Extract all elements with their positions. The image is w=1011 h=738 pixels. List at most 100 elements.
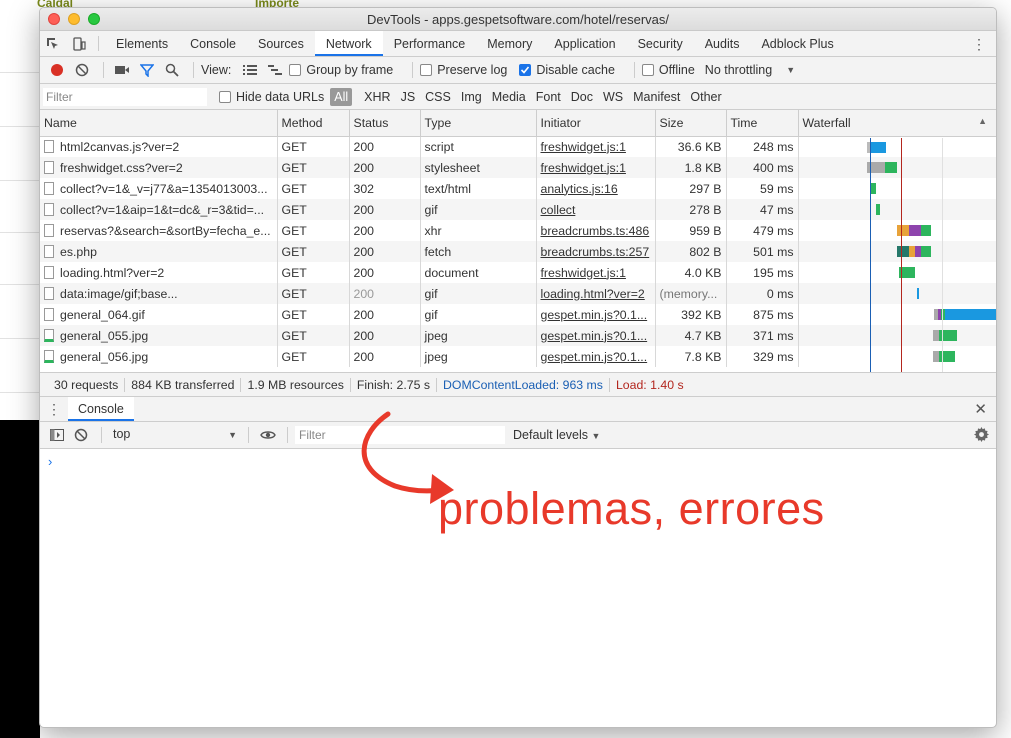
tab-console[interactable]: Console	[179, 31, 247, 56]
tab-memory[interactable]: Memory	[476, 31, 543, 56]
cell-name[interactable]: general_056.jpg	[40, 346, 278, 367]
cell-initiator[interactable]: loading.html?ver=2	[536, 283, 656, 304]
table-row[interactable]: es.php GET 200 fetch breadcrumbs.ts:257 802 B…	[40, 241, 996, 262]
close-drawer-icon[interactable]: ✕	[974, 397, 987, 422]
cell-initiator[interactable]: gespet.min.js?0.1...	[536, 304, 656, 325]
offline-checkbox[interactable]: Offline	[641, 63, 695, 77]
inspect-element-icon[interactable]	[40, 31, 66, 56]
header-waterfall[interactable]: Waterfall ▲	[798, 110, 996, 137]
cell-initiator[interactable]: breadcrumbs.ts:486	[536, 220, 656, 241]
throttling-select[interactable]: No throttling ▼	[705, 63, 795, 77]
log-levels-select[interactable]: Default levels ▼	[513, 428, 600, 442]
header-status[interactable]: Status	[349, 110, 421, 137]
filter-type-js[interactable]: JS	[397, 88, 420, 106]
cell-name[interactable]: collect?v=1&aip=1&t=dc&_r=3&tid=...	[40, 199, 278, 220]
close-window-button[interactable]	[48, 13, 60, 25]
initiator-link[interactable]: breadcrumbs.ts:486	[541, 224, 650, 238]
gear-icon[interactable]	[974, 427, 989, 445]
cell-initiator[interactable]: gespet.min.js?0.1...	[536, 346, 656, 367]
show-sidebar-icon[interactable]	[46, 429, 68, 441]
filter-icon[interactable]	[136, 60, 158, 80]
header-name[interactable]: Name	[40, 110, 278, 137]
table-row[interactable]: freshwidget.css?ver=2 GET 200 stylesheet fre…	[40, 157, 996, 178]
tab-application[interactable]: Application	[543, 31, 626, 56]
cell-name[interactable]: general_064.gif	[40, 304, 278, 325]
cell-initiator[interactable]: freshwidget.js:1	[536, 262, 656, 283]
header-method[interactable]: Method	[277, 110, 350, 137]
cell-initiator[interactable]: freshwidget.js:1	[536, 157, 656, 178]
more-options-icon[interactable]: ⋮	[972, 31, 986, 57]
cell-initiator[interactable]: gespet.min.js?0.1...	[536, 325, 656, 346]
filter-type-font[interactable]: Font	[532, 88, 565, 106]
overview-icon[interactable]	[264, 60, 286, 80]
initiator-link[interactable]: breadcrumbs.ts:257	[541, 245, 650, 259]
filter-type-img[interactable]: Img	[457, 88, 486, 106]
table-row[interactable]: collect?v=1&_v=j77&a=1354013003... GET 302…	[40, 178, 996, 199]
filter-type-css[interactable]: CSS	[421, 88, 455, 106]
initiator-link[interactable]: freshwidget.js:1	[541, 161, 626, 175]
cell-initiator[interactable]: freshwidget.js:1	[536, 136, 656, 157]
search-icon[interactable]	[161, 60, 183, 80]
initiator-link[interactable]: freshwidget.js:1	[541, 266, 626, 280]
initiator-link[interactable]: gespet.min.js?0.1...	[541, 308, 648, 322]
cell-name[interactable]: collect?v=1&_v=j77&a=1354013003...	[40, 178, 278, 199]
large-rows-icon[interactable]	[239, 60, 261, 80]
filter-type-ws[interactable]: WS	[599, 88, 627, 106]
record-button[interactable]	[46, 60, 68, 80]
clear-button[interactable]	[71, 60, 93, 80]
cell-name[interactable]: general_055.jpg	[40, 325, 278, 346]
checkbox-box[interactable]	[289, 64, 302, 76]
tab-elements[interactable]: Elements	[105, 31, 179, 56]
cell-name[interactable]: reservas?&search=&sortBy=fecha_e...	[40, 220, 278, 241]
capture-screenshots-icon[interactable]	[111, 60, 133, 80]
table-row[interactable]: general_055.jpg GET 200 jpeg gespet.min.js?0…	[40, 325, 996, 346]
header-time[interactable]: Time	[726, 110, 799, 137]
cell-name[interactable]: loading.html?ver=2	[40, 262, 278, 283]
filter-type-all[interactable]: All	[330, 87, 353, 106]
cell-initiator[interactable]: analytics.js:16	[536, 178, 656, 199]
filter-type-doc[interactable]: Doc	[567, 88, 597, 106]
drawer-menu-icon[interactable]: ⋮	[40, 397, 68, 421]
cell-name[interactable]: freshwidget.css?ver=2	[40, 157, 278, 178]
zoom-window-button[interactable]	[88, 13, 100, 25]
table-row[interactable]: loading.html?ver=2 GET 200 document freshwid…	[40, 262, 996, 283]
header-type[interactable]: Type	[420, 110, 537, 137]
initiator-link[interactable]: freshwidget.js:1	[541, 140, 626, 154]
context-select[interactable]: top ▼	[109, 427, 241, 443]
table-row[interactable]: general_056.jpg GET 200 jpeg gespet.min.js?0…	[40, 346, 996, 367]
cell-name[interactable]: html2canvas.js?ver=2	[40, 136, 278, 157]
table-row[interactable]: data:image/gif;base... GET 200 gif loading.h…	[40, 283, 996, 304]
tab-audits[interactable]: Audits	[694, 31, 751, 56]
table-row[interactable]: general_064.gif GET 200 gif gespet.min.js?0.…	[40, 304, 996, 325]
filter-type-manifest[interactable]: Manifest	[629, 88, 684, 106]
checkbox-box[interactable]	[641, 64, 654, 76]
filter-type-other[interactable]: Other	[686, 88, 725, 106]
header-initiator[interactable]: Initiator	[536, 110, 656, 137]
cell-initiator[interactable]: collect	[536, 199, 656, 220]
eye-icon[interactable]	[256, 429, 280, 441]
preserve-log-checkbox[interactable]: Preserve log	[420, 63, 507, 77]
table-row[interactable]: html2canvas.js?ver=2 GET 200 script freshwid…	[40, 136, 996, 157]
filter-type-media[interactable]: Media	[488, 88, 530, 106]
cell-initiator[interactable]: breadcrumbs.ts:257	[536, 241, 656, 262]
initiator-link[interactable]: gespet.min.js?0.1...	[541, 350, 648, 364]
cell-name[interactable]: es.php	[40, 241, 278, 262]
hide-data-urls-checkbox[interactable]: Hide data URLs	[219, 90, 324, 104]
minimize-window-button[interactable]	[68, 13, 80, 25]
cell-name[interactable]: data:image/gif;base...	[40, 283, 278, 304]
tab-network[interactable]: Network	[314, 31, 383, 56]
tab-sources[interactable]: Sources	[247, 31, 315, 56]
header-size[interactable]: Size	[655, 110, 727, 137]
console-prompt-icon[interactable]: ›	[48, 454, 52, 469]
disable-cache-checkbox[interactable]: Disable cache	[519, 63, 615, 77]
drawer-tab-console[interactable]: Console	[68, 397, 134, 421]
checkbox-box[interactable]	[219, 90, 231, 103]
initiator-link[interactable]: analytics.js:16	[541, 182, 618, 196]
tab-performance[interactable]: Performance	[383, 31, 477, 56]
table-row[interactable]: collect?v=1&aip=1&t=dc&_r=3&tid=... GET 20…	[40, 199, 996, 220]
group-by-frame-checkbox[interactable]: Group by frame	[289, 63, 393, 77]
filter-input[interactable]	[43, 87, 207, 106]
clear-console-icon[interactable]	[68, 428, 94, 442]
filter-type-xhr[interactable]: XHR	[360, 88, 394, 106]
checkbox-checked[interactable]	[519, 64, 532, 76]
